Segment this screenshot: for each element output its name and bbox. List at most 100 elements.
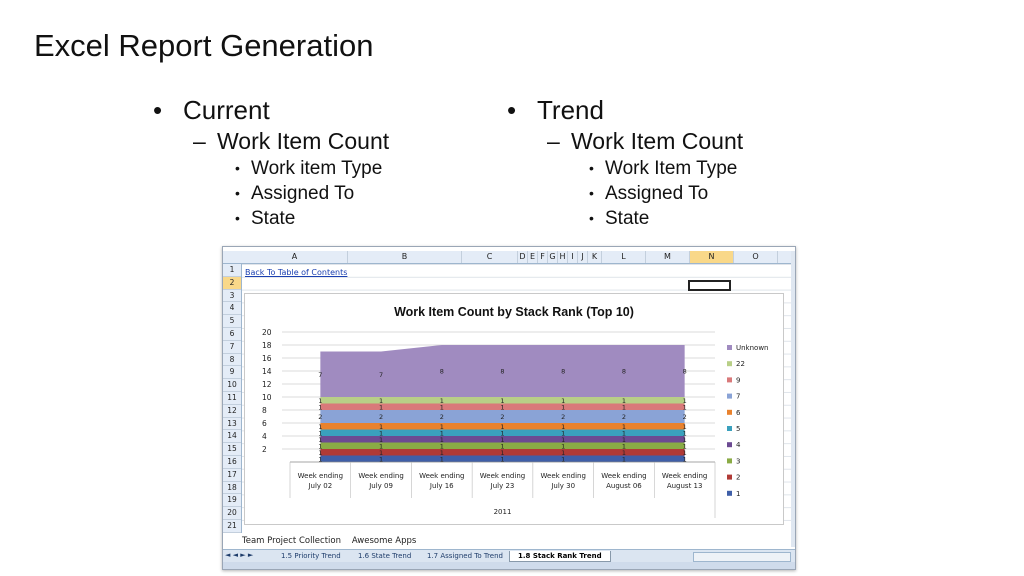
row-header-12[interactable]: 12: [223, 405, 241, 418]
column-header-o[interactable]: O: [734, 251, 778, 263]
horizontal-scrollbar[interactable]: [693, 552, 791, 562]
sheet-nav-buttons[interactable]: ◄ ◄ ► ►: [225, 551, 253, 559]
column-header-c[interactable]: C: [462, 251, 518, 263]
chart[interactable]: Work Item Count by Stack Rank (Top 10) 2 4…: [244, 293, 784, 525]
column-header-k[interactable]: K: [588, 251, 602, 263]
awesome-apps-cell[interactable]: Awesome Apps: [352, 536, 417, 546]
y-tick-label: 18: [262, 341, 272, 350]
row-header-6[interactable]: 6: [223, 328, 241, 341]
category-label: Week ending: [419, 472, 464, 480]
bullet-item: Work Item Type: [507, 156, 743, 181]
sheet-tab[interactable]: 1.6 State Trend: [350, 551, 419, 561]
data-label: 2: [440, 413, 444, 421]
category-label: Week ending: [541, 472, 586, 480]
row-header-3[interactable]: 3: [223, 290, 241, 303]
legend-swatch: [727, 361, 732, 367]
column-header-h[interactable]: H: [558, 251, 568, 263]
legend-swatch: [727, 345, 732, 350]
sheet-tab[interactable]: 1.7 Assigned To Trend: [419, 551, 511, 561]
data-label: 2: [622, 413, 626, 421]
category-label: July 02: [307, 482, 332, 490]
row-header-5[interactable]: 5: [223, 315, 241, 328]
column-header-m[interactable]: M: [646, 251, 690, 263]
row-header-10[interactable]: 10: [223, 379, 241, 392]
row-header-2[interactable]: 2: [223, 276, 241, 290]
column-header-f[interactable]: F: [538, 251, 548, 263]
row-header-18[interactable]: 18: [223, 482, 241, 495]
data-label: 7: [379, 371, 383, 379]
category-label: Week ending: [298, 472, 343, 480]
sheet-tab-active[interactable]: 1.8 Stack Rank Trend: [509, 551, 611, 562]
row-header-9[interactable]: 9: [223, 366, 241, 380]
row-header-15[interactable]: 15: [223, 443, 241, 456]
current-bullets: Current Work Item Count Work item Type A…: [153, 94, 389, 231]
legend-label: 5: [736, 425, 740, 433]
column-header-b[interactable]: B: [348, 251, 462, 263]
data-label: 2: [500, 413, 504, 421]
x-group-label: 2011: [494, 508, 512, 516]
category-label: Week ending: [480, 472, 525, 480]
column-header-d[interactable]: D: [518, 251, 528, 263]
row-headers: 1 2 3 4 5 6 7 8 9 10 11 12 13 14 15 16 17 18 19 20 21: [223, 264, 242, 533]
active-cell[interactable]: [688, 280, 731, 291]
row-header-14[interactable]: 14: [223, 430, 241, 444]
row-header-8[interactable]: 8: [223, 354, 241, 367]
category-label: July 09: [368, 482, 393, 490]
data-label: 1: [683, 423, 687, 431]
legend-label: Unknown: [736, 344, 769, 352]
status-bar: [223, 562, 795, 569]
data-label: 1: [379, 397, 383, 405]
team-project-collection-cell[interactable]: Team Project Collection: [242, 536, 341, 546]
row-header-20[interactable]: 20: [223, 507, 241, 520]
sheet-tab[interactable]: 1.5 Priority Trend: [273, 551, 349, 561]
column-header-i[interactable]: I: [568, 251, 578, 263]
bullet-item: Work item Type: [153, 156, 389, 181]
data-label: 7: [318, 371, 322, 379]
back-to-toc-link[interactable]: Back To Table of Contents: [245, 268, 347, 277]
column-header-j[interactable]: J: [578, 251, 588, 263]
bullet-current: Current: [153, 94, 389, 126]
column-header-g[interactable]: G: [548, 251, 558, 263]
data-label: 1: [500, 397, 504, 405]
column-headers: ABCDEFGHIJKLMNO: [223, 251, 795, 264]
data-label: 1: [500, 423, 504, 431]
category-label: July 23: [490, 482, 515, 490]
legend-swatch: [727, 393, 732, 399]
column-header-n[interactable]: N: [690, 251, 734, 263]
column-header-a[interactable]: A: [242, 251, 348, 263]
row-header-13[interactable]: 13: [223, 418, 241, 431]
y-tick-label: 6: [262, 419, 267, 428]
legend-swatch: [727, 377, 732, 383]
row-header-19[interactable]: 19: [223, 494, 241, 508]
legend-swatch: [727, 409, 732, 415]
data-label: 8: [561, 368, 565, 376]
y-tick-label: 14: [262, 367, 272, 376]
data-label: 1: [622, 423, 626, 431]
legend-swatch: [727, 458, 732, 464]
excel-screenshot: ABCDEFGHIJKLMNO 1 2 3 4 5 6 7 8 9 10 11 12 13 14 15 16 1…: [222, 246, 796, 570]
category-label: July 30: [550, 482, 575, 490]
legend-label: 3: [736, 457, 740, 465]
row-header-4[interactable]: 4: [223, 302, 241, 316]
column-header-l[interactable]: L: [602, 251, 646, 263]
data-label: 2: [379, 413, 383, 421]
slide-title: Excel Report Generation: [34, 28, 374, 63]
row-header-17[interactable]: 17: [223, 469, 241, 482]
data-label: 2: [318, 413, 322, 421]
vertical-scrollbar[interactable]: [791, 251, 795, 547]
bullet-item: Assigned To: [507, 181, 743, 206]
legend-swatch: [727, 490, 732, 496]
row-header-16[interactable]: 16: [223, 456, 241, 469]
row-header-11[interactable]: 11: [223, 392, 241, 405]
column-header-e[interactable]: E: [528, 251, 538, 263]
y-tick-label: 20: [262, 328, 272, 337]
row-header-1[interactable]: 1: [223, 264, 241, 277]
data-label: 1: [440, 397, 444, 405]
bullet-work-item-count: Work Item Count: [153, 126, 389, 156]
data-label: 1: [318, 423, 322, 431]
data-label: 2: [683, 413, 687, 421]
y-tick-label: 4: [262, 432, 267, 441]
row-header-7[interactable]: 7: [223, 341, 241, 354]
row-header-21[interactable]: 21: [223, 520, 241, 533]
data-label: 1: [440, 423, 444, 431]
